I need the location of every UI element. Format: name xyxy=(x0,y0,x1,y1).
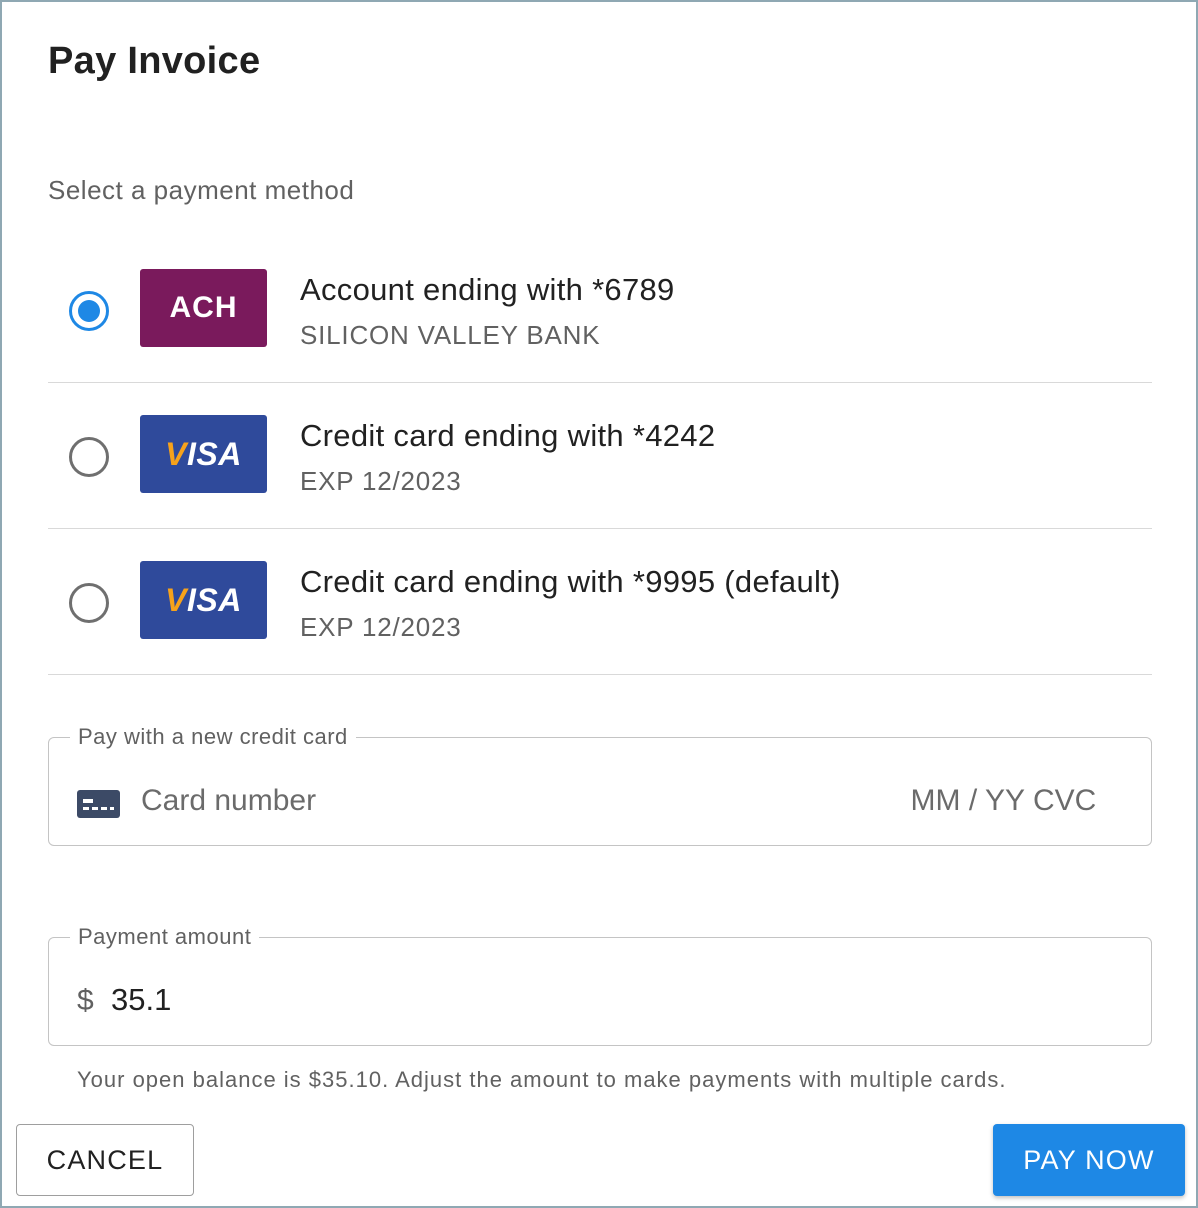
payment-method-visa-4242[interactable]: V ISA Credit card ending with *4242 EXP 1… xyxy=(48,383,1152,529)
method-subtitle: EXP 12/2023 xyxy=(300,466,462,496)
visa-logo-text: ISA xyxy=(187,581,242,618)
radio-button[interactable] xyxy=(69,437,109,477)
radio-button[interactable] xyxy=(69,583,109,623)
method-subtitle: EXP 12/2023 xyxy=(300,612,462,642)
visa-logo-accent: V xyxy=(165,581,187,618)
card-expiry-input[interactable] xyxy=(895,784,1025,818)
method-title: Credit card ending with *9995 (default) xyxy=(300,564,841,599)
payment-method-visa-9995[interactable]: V ISA Credit card ending with *9995 (defa… xyxy=(48,529,1152,675)
method-subtitle: SILICON VALLEY BANK xyxy=(300,320,601,350)
method-title: Credit card ending with *4242 xyxy=(300,418,716,453)
cancel-button[interactable]: CANCEL xyxy=(16,1124,194,1196)
open-balance-helper-text: Your open balance is $35.10. Adjust the … xyxy=(77,1067,1007,1092)
new-card-legend: Pay with a new credit card xyxy=(78,724,348,749)
payment-amount-input[interactable] xyxy=(111,982,1111,1018)
payment-method-list: ACH Account ending with *6789 SILICON VA… xyxy=(48,237,1152,675)
radio-button-selected[interactable] xyxy=(69,291,109,331)
payment-method-label: Select a payment method xyxy=(48,175,355,205)
visa-logo: V ISA xyxy=(140,561,267,639)
pay-now-button[interactable]: PAY NOW xyxy=(993,1124,1185,1196)
payment-method-ach[interactable]: ACH Account ending with *6789 SILICON VA… xyxy=(48,237,1152,383)
card-cvc-input[interactable] xyxy=(1033,784,1107,818)
visa-logo-text: ISA xyxy=(187,435,242,472)
method-title: Account ending with *6789 xyxy=(300,272,675,307)
currency-symbol: $ xyxy=(77,984,94,1017)
payment-amount-legend: Payment amount xyxy=(78,924,252,949)
new-credit-card-field: Pay with a new credit card xyxy=(48,724,1152,846)
payment-amount-field: Payment amount $ xyxy=(48,924,1152,1046)
pay-invoice-dialog: Pay Invoice Select a payment method ACH … xyxy=(0,0,1198,1208)
visa-logo: V ISA xyxy=(140,415,267,493)
credit-card-icon xyxy=(77,790,120,818)
ach-logo: ACH xyxy=(140,269,267,347)
dialog-title: Pay Invoice xyxy=(48,40,261,82)
card-number-input[interactable] xyxy=(141,784,791,818)
visa-logo-accent: V xyxy=(165,435,187,472)
